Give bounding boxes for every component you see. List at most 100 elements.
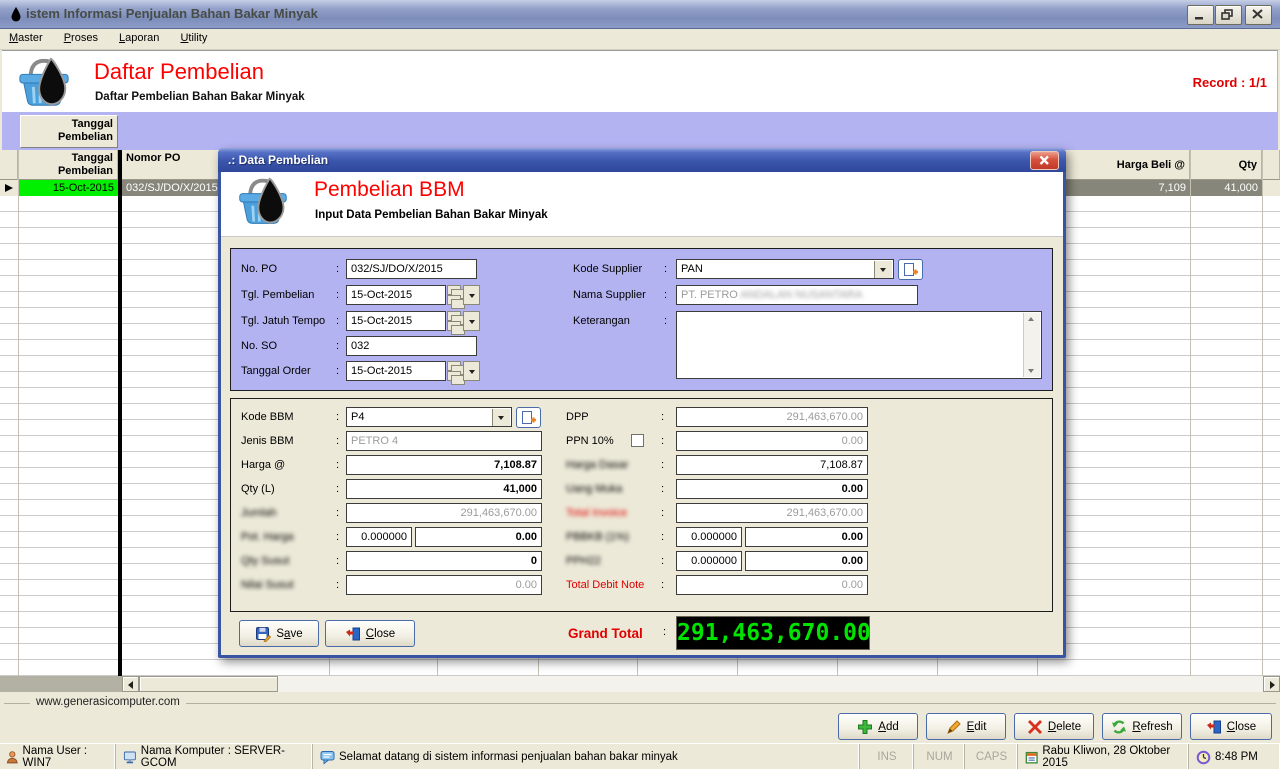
menu-master[interactable]: Master <box>0 29 52 49</box>
tgl-pembelian-input[interactable]: 15-Oct-2015 <box>346 285 446 305</box>
scroll-right-button[interactable] <box>1263 676 1280 692</box>
minimize-button[interactable] <box>1187 5 1214 25</box>
dialog-close-action-button[interactable]: Close <box>325 620 415 647</box>
total-debit-note-field: 0.00 <box>676 575 868 595</box>
uang-muka-input[interactable]: 0.00 <box>676 479 868 499</box>
tanggal-order-dropdown[interactable] <box>463 361 480 381</box>
harga-dasar-field[interactable]: 7,108.87 <box>676 455 868 475</box>
harga-dasar-label: Harga Dasar <box>566 459 628 471</box>
page-subtitle: Daftar Pembelian Bahan Bakar Minyak <box>95 91 305 103</box>
total-debit-note-label: Total Debit Note <box>566 579 644 591</box>
tgl-pembelian-dropdown[interactable] <box>463 285 480 305</box>
pph22-value-input[interactable]: 0.00 <box>745 551 868 571</box>
pph22-label: PPH22 <box>566 555 601 567</box>
no-po-input[interactable]: 032/SJ/DO/X/2015 <box>346 259 477 279</box>
tanggal-order-label: Tanggal Order <box>241 365 311 377</box>
bbm-detail-panel: Kode BBM : P4 Jenis BBM : PETRO 4 Harga … <box>230 398 1053 612</box>
pbbkb-rate-input[interactable]: 0.000000 <box>676 527 742 547</box>
close-list-button-label: Close <box>1227 721 1256 733</box>
kode-bbm-combobox[interactable]: P4 <box>346 407 512 427</box>
ins-label: INS <box>877 751 896 763</box>
close-window-button[interactable] <box>1245 5 1272 25</box>
colon: : <box>336 483 339 495</box>
column-header-qty[interactable]: Qty <box>1190 150 1262 180</box>
keterangan-textarea[interactable] <box>676 311 1042 379</box>
website-label: www.generasicomputer.com <box>30 696 186 708</box>
tgl-jatuh-tempo-spinner[interactable] <box>447 311 461 331</box>
scrollbar-thumb[interactable] <box>139 676 278 692</box>
dialog-close-button[interactable] <box>1030 151 1059 170</box>
pph22-rate-input[interactable]: 0.000000 <box>676 551 742 571</box>
menu-utility[interactable]: Utility <box>171 29 216 49</box>
no-po-label: No. PO <box>241 263 277 275</box>
add-button[interactable]: Add <box>838 713 918 740</box>
dialog-header-title: Pembelian BBM <box>314 178 465 202</box>
colon: : <box>336 507 339 519</box>
grid-vline <box>18 150 19 676</box>
cell-qty[interactable]: 41,000 <box>1190 180 1262 196</box>
refresh-button[interactable]: Refresh <box>1102 713 1182 740</box>
ppn-checkbox[interactable] <box>631 434 644 447</box>
pot-harga-value-input[interactable]: 0.00 <box>415 527 542 547</box>
nama-supplier-blurred: ANDALAN NUSANTARA <box>738 289 863 301</box>
jumlah-label: Jumlah <box>241 507 276 519</box>
new-bbm-button[interactable] <box>516 407 541 428</box>
tgl-jatuh-tempo-input[interactable]: 15-Oct-2015 <box>346 311 446 331</box>
harga-input[interactable]: 7,108.87 <box>346 455 542 475</box>
combo-arrow-button[interactable] <box>874 261 892 279</box>
dialog-header-subtitle: Input Data Pembelian Bahan Bakar Minyak <box>315 209 548 221</box>
grid-group-header[interactable]: Tanggal Pembelian <box>20 115 118 148</box>
grid-vline <box>1190 150 1191 676</box>
keterangan-scrollbar[interactable] <box>1023 313 1040 377</box>
qty-susut-input[interactable]: 0 <box>346 551 542 571</box>
new-supplier-button[interactable] <box>898 259 923 280</box>
save-button[interactable]: Save <box>239 620 319 647</box>
qty-susut-label: Qty Susut <box>241 555 289 567</box>
colon: : <box>661 555 664 567</box>
status-time-text: 8:48 PM <box>1215 751 1258 763</box>
frozen-column-divider[interactable] <box>118 150 122 676</box>
status-computer-panel: Nama Komputer : SERVER-GCOM <box>117 744 313 769</box>
status-welcome-text: Selamat datang di sistem informasi penju… <box>339 751 678 763</box>
menu-proses[interactable]: Proses <box>55 29 107 49</box>
colon: : <box>336 435 339 447</box>
status-user-panel: Nama User : WIN7 <box>0 744 116 769</box>
application-window: istem Informasi Penjualan Bahan Bakar Mi… <box>0 0 1280 769</box>
close-list-button[interactable]: Close <box>1190 713 1272 740</box>
edit-button[interactable]: Edit <box>926 713 1006 740</box>
pot-harga-rate-input[interactable]: 0.000000 <box>346 527 412 547</box>
no-so-input[interactable]: 032 <box>346 336 477 356</box>
tgl-jatuh-tempo-dropdown[interactable] <box>463 311 480 331</box>
qty-input[interactable]: 41,000 <box>346 479 542 499</box>
colon: : <box>664 263 667 275</box>
record-counter: Record : 1/1 <box>1193 75 1267 90</box>
jumlah-field: 291,463,670.00 <box>346 503 542 523</box>
grand-total-display: 291,463,670.00 <box>676 616 870 650</box>
page-title: Daftar Pembelian <box>94 59 264 85</box>
colon: : <box>661 435 664 447</box>
harga-label: Harga @ <box>241 459 285 471</box>
combo-arrow-button[interactable] <box>492 409 510 427</box>
pbbkb-value-input[interactable]: 0.00 <box>745 527 868 547</box>
scrollbar-frozen-filler <box>0 676 123 692</box>
grid-vline <box>837 655 838 676</box>
grid-vline <box>737 655 738 676</box>
tanggal-order-spinner[interactable] <box>447 361 461 381</box>
colon: : <box>336 531 339 543</box>
colon: : <box>336 365 339 377</box>
tgl-pembelian-spinner[interactable] <box>447 285 461 305</box>
kode-supplier-combobox[interactable]: PAN <box>676 259 894 279</box>
status-bar: Nama User : WIN7 Nama Komputer : SERVER-… <box>0 743 1280 769</box>
restore-button[interactable] <box>1215 5 1242 25</box>
cell-tanggal[interactable]: 15-Oct-2015 <box>18 180 118 196</box>
scroll-left-button[interactable] <box>122 676 139 692</box>
tanggal-order-input[interactable]: 15-Oct-2015 <box>346 361 446 381</box>
nama-supplier-field: PT. PETRO ANDALAN NUSANTARA <box>676 285 918 305</box>
grid-horizontal-scrollbar[interactable] <box>0 676 1280 692</box>
menu-laporan[interactable]: Laporan <box>110 29 168 49</box>
kode-bbm-label: Kode BBM <box>241 411 294 423</box>
colon: : <box>661 459 664 471</box>
delete-button[interactable]: Delete <box>1014 713 1094 740</box>
column-header-tanggal[interactable]: Tanggal Pembelian <box>18 150 118 180</box>
nama-supplier-label: Nama Supplier <box>573 289 646 301</box>
